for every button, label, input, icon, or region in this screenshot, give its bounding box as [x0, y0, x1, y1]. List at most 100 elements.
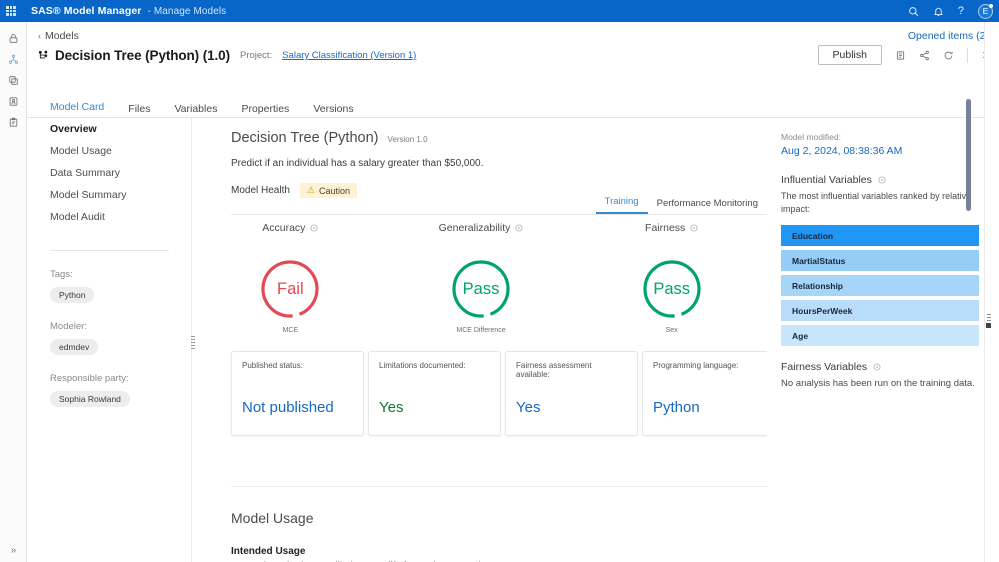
assessment-subtabs: Training Performance Monitoring [595, 196, 767, 214]
gauge-accuracy-header: Accuracy [262, 222, 318, 234]
info-icon[interactable] [878, 176, 886, 184]
search-icon[interactable] [908, 6, 919, 17]
subtab-performance-monitoring[interactable]: Performance Monitoring [648, 198, 767, 214]
gauge-fairness-title: Fairness [645, 222, 686, 234]
sidebar-item-model-audit[interactable]: Model Audit [27, 206, 192, 228]
model-insights-panel: Model modified: Aug 2, 2024, 08:38:36 AM… [772, 118, 988, 562]
header-actions: Publish [817, 45, 991, 65]
info-icon[interactable] [310, 224, 318, 232]
responsible-party-label: Responsible party: [50, 373, 129, 384]
sidebar-item-publishing-destinations[interactable] [0, 70, 27, 91]
sidebar-item-projects[interactable] [0, 28, 27, 49]
gauge-fairness-result: Pass [653, 279, 691, 298]
modeler-chip[interactable]: edmdev [50, 339, 99, 355]
publish-button[interactable]: Publish [817, 45, 882, 65]
app-grid-icon[interactable] [0, 0, 22, 22]
model-modified-value: Aug 2, 2024, 08:38:36 AM [781, 145, 903, 157]
copy-icon[interactable] [895, 50, 906, 61]
gauge-generalizability-header: Generalizability [439, 222, 524, 234]
variable-bar-martialstatus[interactable]: MartialStatus [781, 250, 979, 272]
gauge-fairness-caption: Sex [665, 327, 678, 334]
content-divider [231, 486, 767, 487]
model-modified-label: Model modified: [781, 132, 842, 142]
info-icon[interactable] [690, 224, 698, 232]
fairness-variables-header: Fairness Variables [781, 361, 988, 373]
tag-chip[interactable]: Python [50, 287, 95, 303]
responsible-party-chip[interactable]: Sophia Rowland [50, 391, 130, 407]
card-limitations-documented: Limitations documented: Yes [368, 351, 501, 436]
share-icon[interactable] [919, 50, 930, 61]
variable-bar-age[interactable]: Age [781, 325, 979, 347]
gauge-generalizability-result: Pass [462, 279, 500, 298]
warning-icon: ⚠ [306, 185, 315, 195]
opened-items-link[interactable]: Opened items (2) [908, 30, 989, 42]
card-limitations-documented-label: Limitations documented: [379, 361, 466, 370]
model-description: Predict if an individual has a salary gr… [231, 158, 484, 169]
info-icon[interactable] [515, 224, 523, 232]
sidebar-item-overview[interactable]: Overview [27, 118, 192, 140]
card-published-status-label: Published status: [242, 361, 303, 370]
breadcrumb-back-icon[interactable]: ‹ [38, 31, 41, 41]
gauge-accuracy-caption: MCE [282, 327, 299, 334]
subtab-training[interactable]: Training [595, 196, 648, 214]
model-health-label: Model Health [231, 185, 290, 196]
breadcrumb-label[interactable]: Models [45, 30, 79, 42]
card-limitations-documented-value: Yes [379, 399, 404, 416]
influential-variables-title: Influential Variables [781, 174, 872, 186]
gauge-accuracy: Accuracy Fail MCE [195, 222, 386, 334]
app-context: - Manage Models [147, 6, 227, 17]
model-title-row: Decision Tree (Python) Version 1.0 [231, 130, 767, 146]
sidebar-item-portfolios[interactable] [0, 91, 27, 112]
modeler-label: Modeler: [50, 321, 87, 332]
project-label: Project: [240, 50, 273, 61]
card-published-status-value: Not published [242, 399, 334, 416]
variable-bar-hoursperweek[interactable]: HoursPerWeek [781, 300, 979, 322]
expand-rail-icon[interactable]: » [11, 545, 17, 556]
status-badge-label: Caution [319, 185, 351, 196]
sidebar-divider [50, 250, 169, 251]
rail-expand-container: » [0, 545, 27, 556]
gauge-accuracy-ring: Fail [259, 258, 321, 320]
sidebar-item-model-summary[interactable]: Model Summary [27, 184, 192, 206]
gauge-generalizability-caption: MCE Difference [456, 327, 506, 334]
gauge-fairness: Fairness Pass Sex [576, 222, 767, 334]
gauge-accuracy-result: Fail [277, 279, 304, 298]
sidebar-item-data-summary[interactable]: Data Summary [27, 162, 192, 184]
tags-label: Tags: [50, 269, 73, 280]
card-programming-language: Programming language: Python [642, 351, 767, 436]
gauge-generalizability-title: Generalizability [438, 222, 511, 234]
project-link[interactable]: Salary Classification (Version 1) [282, 50, 416, 61]
vertical-scrollbar-thumb[interactable] [966, 99, 971, 211]
left-panel-splitter[interactable] [191, 118, 195, 562]
model-card-content: Decision Tree (Python) Version 1.0 Predi… [195, 118, 767, 562]
influential-variables-header: Influential Variables [781, 174, 988, 186]
card-fairness-assessment: Fairness assessment available: Yes [505, 351, 638, 436]
app-window: SAS® Model Manager - Manage Models ? E »… [0, 0, 999, 562]
top-app-bar: SAS® Model Manager - Manage Models ? E [0, 0, 999, 22]
sidebar-item-reports[interactable] [0, 112, 27, 133]
gauge-generalizability: Generalizability Pass MCE Difference [386, 222, 577, 334]
status-badge: ⚠ Caution [299, 183, 358, 198]
gauge-fairness-header: Fairness [645, 222, 698, 234]
page-title-row: Decision Tree (Python) (1.0) Project: Sa… [38, 48, 416, 63]
card-fairness-assessment-value: Yes [516, 399, 541, 416]
subtabs-divider [231, 214, 767, 215]
bell-icon[interactable] [933, 6, 944, 17]
action-divider [967, 47, 968, 63]
sidebar-item-model-usage[interactable]: Model Usage [27, 140, 192, 162]
card-programming-language-value: Python [653, 399, 700, 416]
variable-bar-education[interactable]: Education [781, 225, 979, 247]
right-panel-splitter[interactable] [984, 22, 999, 562]
summary-cards: Published status: Not published Limitati… [231, 351, 767, 436]
info-icon[interactable] [873, 363, 881, 371]
card-programming-language-label: Programming language: [653, 361, 739, 370]
avatar[interactable]: E [978, 3, 993, 19]
fairness-variables-text: No analysis has been run on the training… [781, 378, 975, 390]
variable-bar-relationship[interactable]: Relationship [781, 275, 979, 297]
help-icon[interactable]: ? [958, 5, 964, 17]
sidebar-item-models[interactable] [0, 49, 27, 70]
breadcrumb[interactable]: ‹ Models [38, 30, 79, 42]
refresh-icon[interactable] [943, 50, 954, 61]
gauge-generalizability-ring: Pass [450, 258, 512, 320]
assessment-gauges: Accuracy Fail MCE Generalizability Pass … [195, 222, 767, 334]
